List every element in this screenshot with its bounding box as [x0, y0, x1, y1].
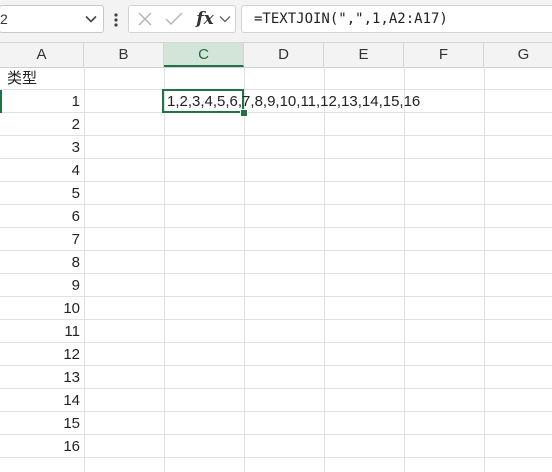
enter-check-icon[interactable] [163, 9, 185, 29]
formula-controls: fx [128, 5, 236, 33]
column-header-a[interactable]: A [0, 43, 84, 67]
column-header-g[interactable]: G [484, 43, 552, 67]
gridline [0, 227, 552, 228]
cell-a11[interactable]: 10 [4, 297, 80, 320]
gridline [0, 273, 552, 274]
cancel-icon[interactable] [135, 9, 155, 29]
column-header-e[interactable]: E [324, 43, 404, 67]
more-vertical-icon[interactable] [112, 10, 120, 30]
gridline [0, 250, 552, 251]
gridline [0, 365, 552, 366]
chevron-down-icon[interactable] [83, 10, 99, 28]
gridline [0, 457, 552, 458]
cell-a7[interactable]: 6 [4, 205, 80, 228]
gridline [0, 135, 552, 136]
gridline [0, 296, 552, 297]
name-box-value: 2 [0, 11, 8, 27]
cell-a12[interactable]: 11 [4, 320, 80, 343]
cell-a14[interactable]: 13 [4, 366, 80, 389]
active-cell-value: 1,2,3,4,5,6,7,8,9,10,11,12,13,14,15,16 [167, 93, 421, 110]
gridline [0, 181, 552, 182]
cell-a8[interactable]: 7 [4, 228, 80, 251]
gridline [0, 319, 552, 320]
column-header-c[interactable]: C [164, 43, 244, 67]
column-header-d[interactable]: D [244, 43, 324, 67]
cell-a1[interactable]: 类型 [7, 67, 83, 90]
name-box[interactable]: 2 [0, 5, 104, 33]
cell-a15[interactable]: 14 [4, 389, 80, 412]
cell-a16[interactable]: 15 [4, 412, 80, 435]
gridline [0, 434, 552, 435]
chevron-down-icon[interactable] [217, 9, 233, 29]
column-header-row: A B C D E F G [0, 43, 552, 68]
gridline [0, 204, 552, 205]
cell-a2[interactable]: 1 [4, 90, 80, 113]
column-header-b[interactable]: B [84, 43, 164, 67]
active-row-indicator [0, 90, 2, 113]
fx-icon[interactable]: fx [193, 9, 217, 29]
column-header-f[interactable]: F [404, 43, 484, 67]
formula-text: =TEXTJOIN(",",1,A2:A17) [254, 11, 448, 27]
cell-a17[interactable]: 16 [4, 435, 80, 458]
cell-a13[interactable]: 12 [4, 343, 80, 366]
cell-a4[interactable]: 3 [4, 136, 80, 159]
cell-a9[interactable]: 8 [4, 251, 80, 274]
gridline [0, 158, 552, 159]
cell-grid[interactable]: 类型 1 2 3 4 5 6 7 8 9 10 11 12 13 14 15 1… [0, 67, 552, 472]
cell-a10[interactable]: 9 [4, 274, 80, 297]
cell-a5[interactable]: 4 [4, 159, 80, 182]
gridline [0, 411, 552, 412]
gridline [0, 388, 552, 389]
gridline [0, 342, 552, 343]
cell-a3[interactable]: 2 [4, 113, 80, 136]
cell-a6[interactable]: 5 [4, 182, 80, 205]
formula-input[interactable]: =TEXTJOIN(",",1,A2:A17) [241, 5, 552, 33]
formula-bar: 2 fx =TEXTJOIN(",",1,A2:A17) [0, 0, 552, 43]
